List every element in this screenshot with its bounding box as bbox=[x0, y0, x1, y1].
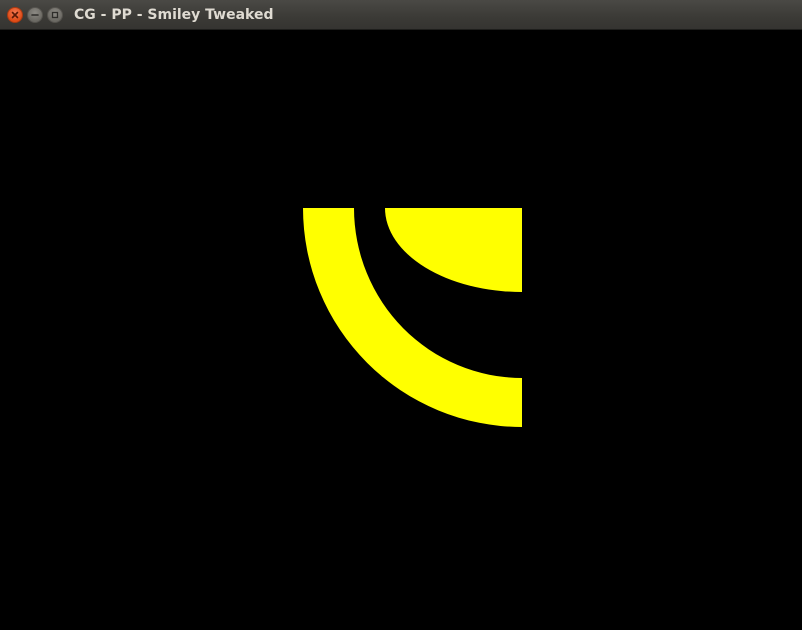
minimize-button[interactable] bbox=[27, 7, 43, 23]
window-title: CG - PP - Smiley Tweaked bbox=[74, 7, 274, 23]
smiley-drawing bbox=[303, 208, 522, 427]
render-canvas bbox=[0, 30, 802, 630]
close-button[interactable] bbox=[7, 7, 23, 23]
maximize-icon bbox=[48, 8, 62, 22]
close-icon bbox=[8, 8, 22, 22]
smiley-inner-shape bbox=[385, 208, 522, 292]
title-bar[interactable]: CG - PP - Smiley Tweaked bbox=[0, 0, 802, 30]
app-window: CG - PP - Smiley Tweaked bbox=[0, 0, 802, 630]
minimize-icon bbox=[28, 8, 42, 22]
maximize-button[interactable] bbox=[47, 7, 63, 23]
